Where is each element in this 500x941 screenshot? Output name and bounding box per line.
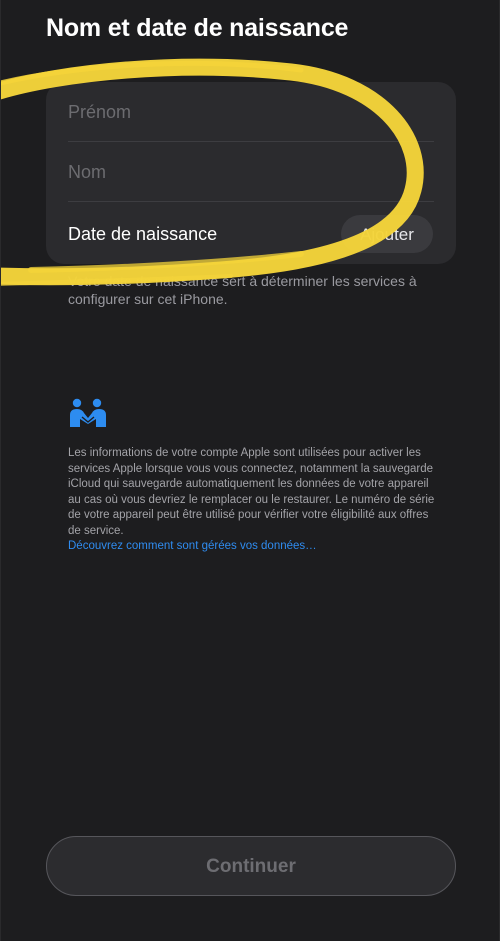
birth-date-helper-text: Votre date de naissance sert à détermine… <box>68 273 417 307</box>
data-management-link[interactable]: Découvrez comment sont gérées vos donnée… <box>68 539 438 555</box>
first-name-field[interactable] <box>68 96 428 128</box>
birth-date-label: Date de naissance <box>68 224 218 244</box>
name-birthdate-form: Date de naissance Ajouter <box>46 82 456 264</box>
privacy-notice: Les informations de votre compte Apple s… <box>68 446 438 555</box>
people-handshake-icon <box>70 398 106 427</box>
last-name-field[interactable] <box>68 156 428 188</box>
row-divider <box>68 201 434 202</box>
privacy-notice-text: Les informations de votre compte Apple s… <box>68 447 435 537</box>
last-name-row <box>46 142 456 202</box>
continue-button[interactable]: Continuer <box>46 836 456 896</box>
first-name-row <box>46 82 456 142</box>
add-birth-date-button[interactable]: Ajouter <box>341 215 433 253</box>
setup-screen: Nom et date de naissance Date de naissan… <box>0 0 500 941</box>
page-title: Nom et date de naissance <box>46 14 349 42</box>
